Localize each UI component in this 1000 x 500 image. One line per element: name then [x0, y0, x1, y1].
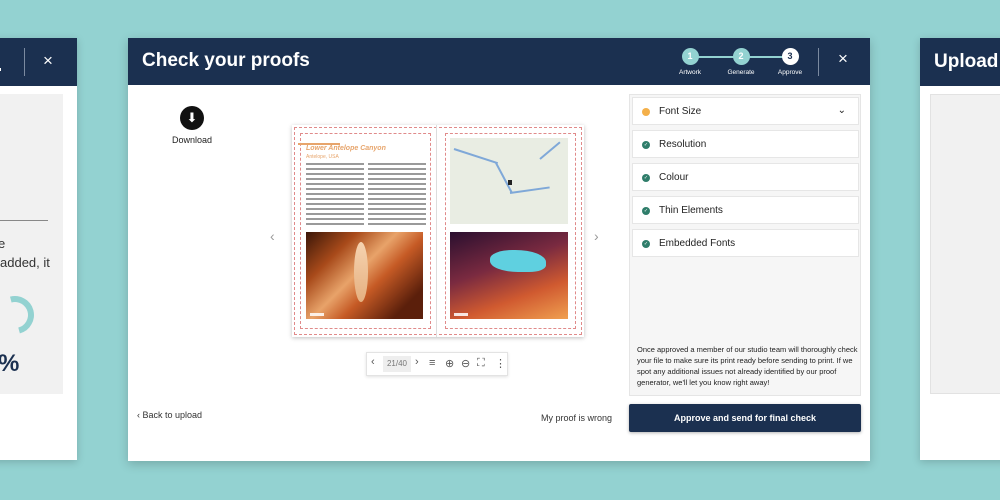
step-approve[interactable]: 3 Approve	[773, 48, 807, 76]
photo-credit-mark	[310, 313, 324, 316]
preflight-checks-panel: Font Size ⌄ ✓ Resolution ✓ Colour ✓ Thin…	[629, 94, 861, 396]
map-river	[509, 186, 550, 194]
next-page-arrow[interactable]: ›	[594, 228, 599, 244]
body-text-column	[368, 163, 426, 228]
progress-stepper: 1 Artwork 2 Generate 3 Approve	[676, 48, 806, 80]
previous-card-header: ×	[0, 38, 77, 86]
check-ok-icon: ✓	[642, 207, 650, 215]
canyon-photo	[306, 232, 423, 319]
body-text-column	[306, 163, 364, 228]
map-image	[450, 138, 568, 224]
sky-opening	[490, 250, 546, 272]
next-card-panel	[930, 94, 1000, 394]
map-river	[453, 148, 499, 165]
page-counter[interactable]: 21/40	[383, 356, 411, 372]
step-label: Artwork	[678, 69, 702, 76]
more-options-icon[interactable]: ⋮	[495, 357, 506, 370]
next-page-button[interactable]: ›	[415, 356, 419, 368]
next-card-title: Upload A	[934, 51, 1000, 72]
close-icon[interactable]: ×	[43, 51, 53, 71]
download-label: Download	[171, 135, 213, 145]
map-pin-icon	[508, 180, 512, 185]
step-number: 2	[732, 48, 750, 65]
page-title: Check your proofs	[142, 50, 310, 71]
previous-card-title-fragment	[0, 68, 1, 71]
check-ok-icon: ✓	[642, 174, 650, 182]
approval-note: Once approved a member of our studio tea…	[637, 345, 858, 387]
map-river	[539, 141, 561, 160]
article-subtitle: Antelope, USA	[306, 154, 339, 160]
warning-status-icon	[642, 108, 650, 116]
divider	[0, 220, 48, 221]
check-label: Font Size	[659, 106, 702, 117]
check-resolution[interactable]: ✓ Resolution	[632, 130, 859, 158]
back-label: Back to upload	[142, 410, 203, 420]
fullscreen-icon[interactable]: ⛶	[477, 357, 485, 370]
viewer-toolbar: ‹ 21/40 › ≡ ⊕ ⊖ ⛶ ⋮	[366, 352, 508, 376]
step-label: Approve	[777, 69, 803, 76]
zoom-out-icon[interactable]: ⊖	[461, 357, 470, 370]
header-divider	[24, 48, 25, 76]
previous-page-button[interactable]: ‹	[371, 356, 375, 368]
step-number: 3	[781, 48, 799, 65]
proof-page-right	[439, 125, 584, 337]
progress-percent: %	[0, 350, 20, 377]
previous-card-text: e	[0, 236, 6, 251]
check-label: Colour	[659, 172, 689, 183]
proof-spread: Lower Antelope Canyon Antelope, USA	[292, 125, 584, 337]
close-icon[interactable]: ×	[834, 49, 852, 71]
chevron-down-icon[interactable]: ⌄	[838, 105, 846, 116]
check-ok-icon: ✓	[642, 141, 650, 149]
step-generate[interactable]: 2 Generate	[724, 48, 758, 76]
check-label: Thin Elements	[659, 205, 723, 216]
menu-icon[interactable]: ≡	[429, 357, 435, 369]
step-label: Generate	[727, 69, 755, 76]
proof-page-left: Lower Antelope Canyon Antelope, USA	[292, 125, 437, 337]
next-card-header: Upload A	[920, 38, 1000, 86]
next-step-card: Upload A	[920, 38, 1000, 460]
check-thin-elements[interactable]: ✓ Thin Elements	[632, 196, 859, 224]
modal-header: Check your proofs 1 Artwork 2 Generate 3…	[128, 38, 870, 85]
back-to-upload-link[interactable]: ‹ Back to upload	[137, 410, 202, 420]
previous-card-text: added, it	[0, 255, 50, 270]
canyon-photo	[450, 232, 568, 319]
check-ok-icon: ✓	[642, 240, 650, 248]
map-river	[495, 162, 513, 194]
check-proofs-modal: Check your proofs 1 Artwork 2 Generate 3…	[128, 38, 870, 461]
previous-step-card: × e added, it %	[0, 38, 77, 460]
proof-wrong-link[interactable]: My proof is wrong	[541, 413, 612, 423]
step-number: 1	[681, 48, 699, 65]
approve-button[interactable]: Approve and send for final check	[629, 404, 861, 432]
previous-card-panel	[0, 94, 63, 394]
article-title: Lower Antelope Canyon	[306, 145, 386, 152]
previous-page-arrow[interactable]: ‹	[270, 228, 275, 244]
download-icon: ⬇	[180, 106, 204, 130]
check-font-size[interactable]: Font Size ⌄	[632, 97, 859, 125]
check-embedded-fonts[interactable]: ✓ Embedded Fonts	[632, 229, 859, 257]
download-button[interactable]: ⬇ Download	[168, 106, 216, 145]
check-label: Resolution	[659, 139, 707, 150]
photo-credit-mark	[454, 313, 468, 316]
zoom-in-icon[interactable]: ⊕	[445, 357, 454, 370]
header-divider	[818, 48, 819, 76]
check-label: Embedded Fonts	[659, 238, 736, 249]
step-artwork[interactable]: 1 Artwork	[673, 48, 707, 76]
check-colour[interactable]: ✓ Colour	[632, 163, 859, 191]
